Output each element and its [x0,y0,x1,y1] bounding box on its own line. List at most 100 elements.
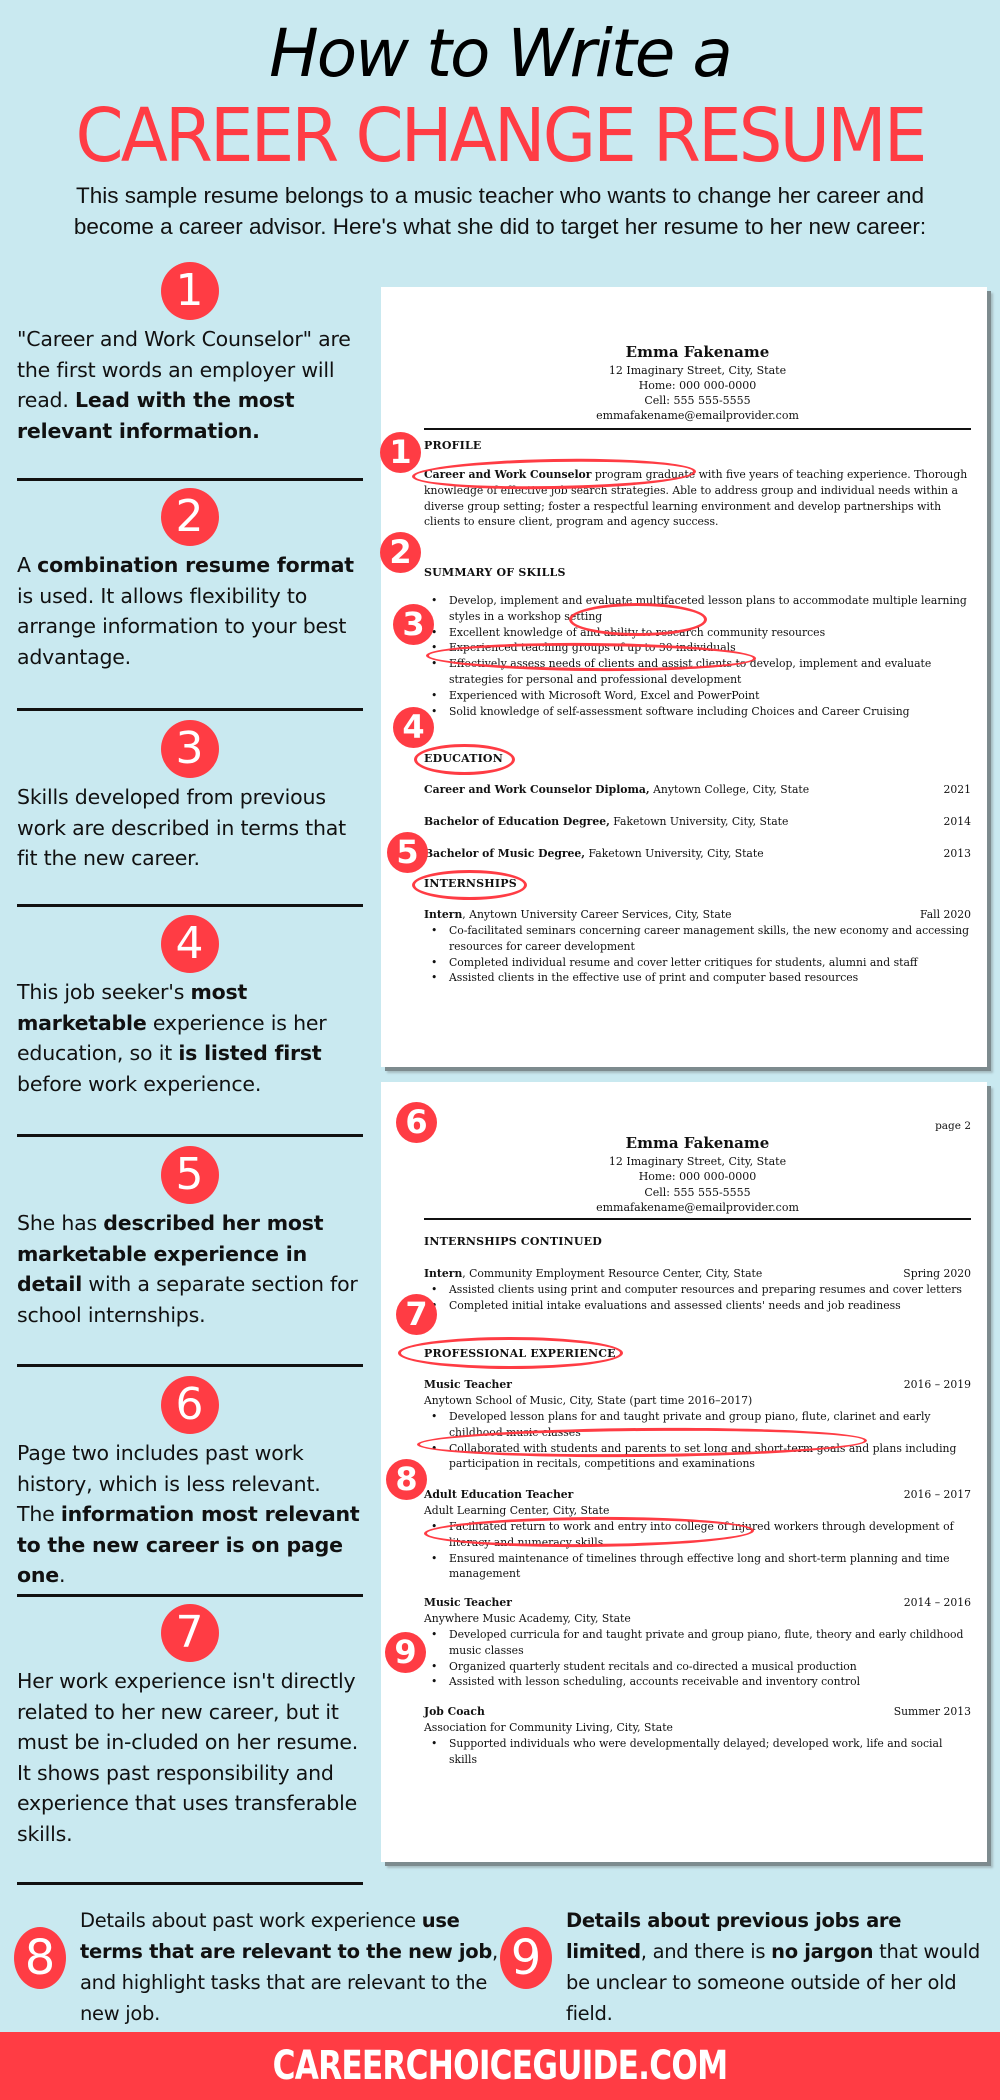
school: Faketown University, City, State [585,847,764,860]
degree: Bachelor of Education Degree, [424,815,610,828]
internship-bullets: Co-facilitated seminars concerning caree… [431,923,971,986]
tip-text: A combination resume format is used. It … [17,550,362,672]
bullet-item: Assisted clients in the effective use of… [431,970,971,986]
bullet-item: Supported individuals who were developme… [431,1736,971,1768]
marker-9: 9 [385,1632,426,1673]
job-org: Anytown School of Music, City, State (pa… [424,1394,753,1407]
tip-text-bold: is listed first [178,1041,322,1065]
marker-1: 1 [380,432,421,473]
tip-3: 3 Skills developed from previous work ar… [17,720,362,874]
subtitle-line-2: become a career advisor. Here's what she… [73,214,927,239]
year: 2014 [943,815,971,828]
intern-date: Spring 2020 [903,1267,971,1280]
bullet-item: Completed initial intake evaluations and… [431,1298,971,1314]
footer-site-link[interactable]: CAREERCHOICEGUIDE.COM [110,2032,890,2100]
resume-cell-phone: Cell: 555 555-5555 [644,1186,751,1199]
job-row: Adult Education Teacher 2016 – 2017 [424,1487,971,1503]
highlight-oval [398,1337,623,1369]
tip-text-segment: Her work experience isn't directly relat… [17,1669,359,1846]
job-org: Association for Community Living, City, … [424,1721,673,1734]
bullet-item: Experienced with Microsoft Word, Excel a… [431,688,971,704]
tip-text-segment: Details about past work experience [80,1909,422,1932]
marker-7: 7 [396,1294,437,1335]
bullet-item: Develop, implement and evaluate multifac… [431,593,971,625]
page-number: page 2 [935,1120,971,1132]
school: Anytown College, City, State [649,783,810,796]
job-org: Anywhere Music Academy, City, State [424,1612,631,1625]
marker-4: 4 [393,707,434,748]
bullet-item: Developed curricula for and taught priva… [431,1627,971,1659]
bullet-item: Assisted clients using print and compute… [431,1282,971,1298]
tip-text-bold: combination resume format [37,553,354,577]
bullet-item: Co-facilitated seminars concerning caree… [431,923,971,955]
number-badge: 3 [160,720,219,778]
year: 2013 [943,847,971,860]
number-badge: 5 [160,1146,219,1204]
bullet-item: Excellent knowledge of and ability to re… [431,625,971,641]
tip-text: Details about previous jobs are limited,… [566,1905,986,2029]
tip-4: 4 This job seeker's most marketable expe… [17,915,362,1099]
marker-3: 3 [393,604,434,645]
marker-8: 8 [386,1459,427,1500]
degree: Bachelor of Music Degree, [424,847,586,860]
year: 2021 [943,783,971,796]
job-dates: 2016 – 2017 [903,1488,971,1501]
degree: Career and Work Counselor Diploma, [424,783,650,796]
education-row: Bachelor of Education Degree, Faketown U… [424,814,971,830]
tip-6: 6 Page two includes past work history, w… [17,1376,362,1591]
tip-text: Her work experience isn't directly relat… [17,1666,362,1849]
job-title: Music Teacher [424,1596,512,1609]
tip-text: This job seeker's most marketable experi… [17,977,362,1099]
number-badge: 2 [160,488,219,546]
job-title: Adult Education Teacher [424,1488,574,1501]
bullet-item: Assisted with lesson scheduling, account… [431,1674,971,1690]
job-title: Music Teacher [424,1378,512,1391]
tip-text-segment: . [58,1563,66,1587]
header-rule [424,1218,971,1220]
internships-continued-heading: INTERNSHIPS CONTINUED [424,1235,602,1248]
resume-email: emmafakename@emailprovider.com [596,409,799,422]
tip-text-segment: , and there is [640,1940,772,1963]
bullet-item: Solid knowledge of self-assessment softw… [431,704,971,720]
job-bullets: Developed curricula for and taught priva… [431,1627,971,1690]
title-line-1: How to Write a [269,15,733,92]
resume-home-phone: Home: 000 000-0000 [638,1170,757,1183]
tip-text-segment: This job seeker's [17,980,191,1004]
divider [17,1594,363,1597]
divider [17,1882,363,1885]
number-badge: 8 [14,1927,66,1989]
number-badge: 4 [160,915,219,973]
job-org: Adult Learning Center, City, State [424,1504,610,1517]
job-dates: 2014 – 2016 [903,1596,971,1609]
intern-date: Fall 2020 [919,908,971,921]
divider [17,904,363,907]
education-row: Bachelor of Music Degree, Faketown Unive… [424,846,971,862]
job-dates: 2016 – 2019 [903,1378,971,1391]
job-dates: Summer 2013 [893,1705,971,1718]
tip-text: She has described her most marketable ex… [17,1208,362,1330]
tip-text-segment: Skills developed from previous work are … [17,785,346,870]
highlight-oval [414,744,515,775]
tip-text: Skills developed from previous work are … [17,782,362,874]
divider [17,478,363,481]
tip-text-segment: before work experience. [17,1071,262,1096]
tip-1: 1 "Career and Work Counselor" are the fi… [17,262,362,446]
job-row: Music Teacher 2016 – 2019 [424,1377,971,1393]
tip-text: Details about past work experience use t… [80,1905,510,2029]
number-badge: 1 [160,262,219,320]
education-row: Career and Work Counselor Diploma, Anyto… [424,782,971,798]
resume-name: Emma Fakename [625,343,770,361]
tip-text-segment: is used. It allows flexibility to arrang… [17,583,347,669]
intern-org: , Anytown University Career Services, Ci… [462,908,732,921]
internship-row: Intern, Anytown University Career Servic… [424,907,971,923]
intern-title: Intern [424,908,463,921]
highlight-oval [412,870,527,900]
subtitle: This sample resume belongs to a music te… [10,180,990,242]
skills-heading: SUMMARY OF SKILLS [424,566,566,579]
resume-address: 12 Imaginary Street, City, State [608,1155,787,1168]
marker-2: 2 [380,532,421,573]
marker-5: 5 [387,832,428,873]
bullet-item: Completed individual resume and cover le… [431,955,971,971]
resume-page-2: page 2 Emma Fakename 12 Imaginary Street… [381,1082,987,1862]
job-bullets: Supported individuals who were developme… [431,1736,971,1768]
